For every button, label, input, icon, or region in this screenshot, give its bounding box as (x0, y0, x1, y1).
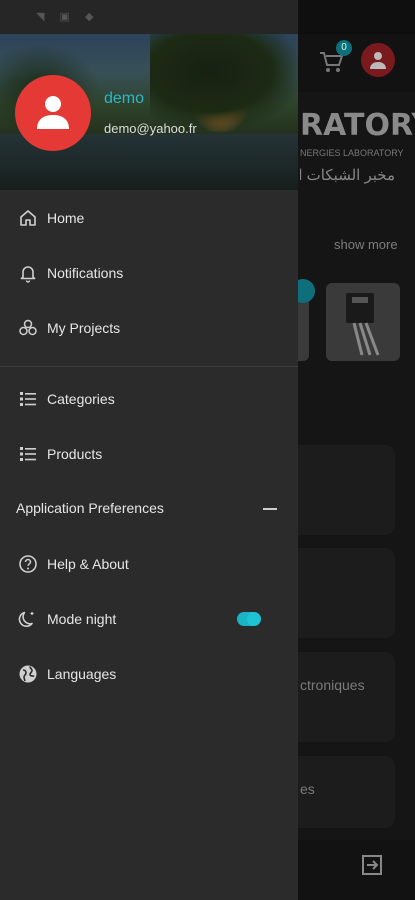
home-icon (20, 210, 36, 226)
category-label: es (300, 781, 315, 797)
cubes-icon (19, 319, 37, 336)
menu-item-label: Languages (47, 666, 117, 682)
collapse-icon[interactable] (263, 508, 277, 510)
menu-item-my-projects[interactable]: My Projects (0, 301, 298, 356)
menu-item-categories[interactable]: Categories (0, 372, 298, 427)
brand-subtitle: NERGIES LABORATORY (300, 148, 404, 158)
globe-icon (19, 665, 37, 683)
user-icon (37, 96, 69, 129)
navigation-drawer: ◥ ▣ ◆ demo demo@yahoo.fr Home Notificati… (0, 0, 298, 900)
show-more-link[interactable]: show more (334, 237, 398, 252)
user-email: demo@yahoo.fr (104, 121, 197, 136)
menu-item-notifications[interactable]: Notifications (0, 246, 298, 301)
menu-item-label: Home (47, 210, 85, 226)
menu-item-label: Mode night (47, 611, 117, 627)
drawer-status-bar: ◥ ▣ ◆ (0, 0, 298, 34)
brand-title: RATORY (300, 108, 415, 143)
product-card[interactable] (326, 283, 400, 361)
menu-item-label: My Projects (47, 320, 121, 336)
divider (0, 366, 298, 367)
menu-item-label: Products (47, 446, 103, 462)
brand-arabic: مخبر الشبكات ال (300, 167, 395, 184)
list-icon (20, 392, 36, 406)
menu-item-label: Categories (47, 391, 115, 407)
transistor-image (346, 293, 380, 356)
cart-badge: 0 (336, 40, 352, 56)
menu-item-languages[interactable]: Languages (0, 647, 298, 702)
user-name: demo (104, 90, 145, 107)
bell-icon (20, 266, 36, 283)
menu-item-home[interactable]: Home (0, 191, 298, 246)
toggle-knob (247, 612, 261, 626)
menu-item-products[interactable]: Products (0, 427, 298, 482)
preferences-section-header[interactable]: Application Preferences (16, 500, 164, 516)
user-avatar[interactable] (15, 75, 91, 151)
menu-item-label: Notifications (47, 265, 124, 281)
category-label: ctroniques (300, 677, 365, 693)
menu-item-label: Help & About (47, 556, 129, 572)
moon-icon (18, 611, 34, 628)
logout-icon[interactable] (362, 855, 382, 875)
list-icon (20, 447, 36, 461)
menu-item-help-about[interactable]: Help & About (0, 537, 298, 592)
status-icons: ◥ ▣ ◆ (36, 11, 100, 23)
user-icon (370, 52, 386, 69)
profile-avatar[interactable] (361, 43, 395, 77)
help-icon (19, 555, 37, 573)
